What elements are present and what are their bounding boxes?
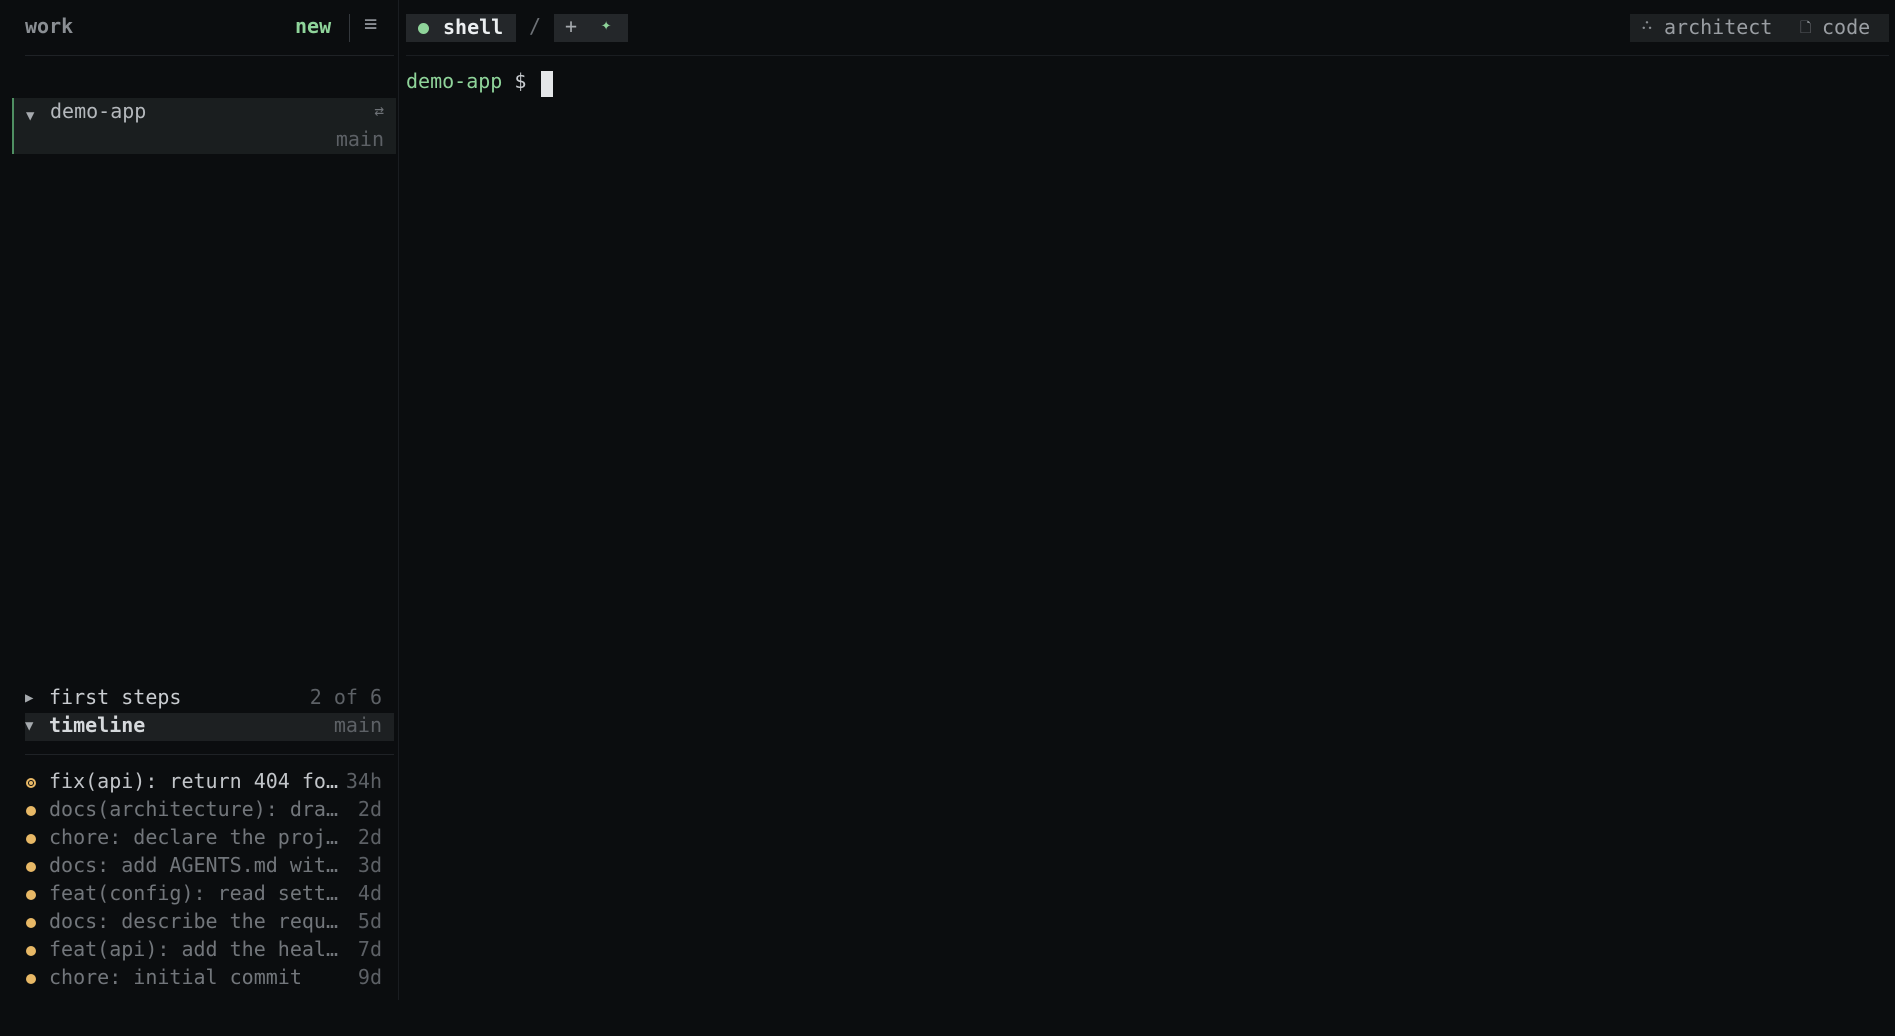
commit-age: 3d: [357, 853, 382, 877]
project-branch: main: [335, 127, 384, 151]
timeline-divider: [25, 754, 394, 755]
tab-label: shell: [443, 15, 504, 39]
commit-message: feat(api): add the health endpoint: [49, 937, 347, 961]
commit-age: 4d: [357, 881, 382, 905]
project-item-demo-app[interactable]: ▼ demo-app ⇄ main: [12, 98, 396, 154]
sidebar-header: work new ≡: [25, 0, 394, 56]
hierarchy-icon: ⛬: [1642, 17, 1652, 33]
terminal-cursor: [541, 71, 553, 97]
commit-item[interactable]: feat(api): add the health endpoint 7d: [25, 937, 394, 965]
commit-dot-icon: [26, 974, 36, 984]
section-branch: main: [333, 713, 382, 737]
commit-item[interactable]: chore: declare the project metadata 2d: [25, 825, 394, 853]
project-name: demo-app: [50, 99, 147, 123]
commit-dot-icon: [26, 806, 36, 816]
prompt-symbol: $: [514, 69, 527, 93]
commit-item[interactable]: chore: initial commit 9d: [25, 965, 394, 993]
commit-age: 2d: [357, 797, 382, 821]
sidebar: work new ≡ ▼ demo-app ⇄ main ▶ first ste…: [0, 0, 399, 1000]
app-window: work new ≡ ▼ demo-app ⇄ main ▶ first ste…: [0, 0, 1895, 1036]
commit-list: fix(api): return 404 for unknown routes …: [25, 769, 394, 993]
tab-separator: /: [529, 14, 542, 38]
workspace-title: work: [25, 14, 74, 38]
commit-dot-icon: [26, 918, 36, 928]
status-dot-icon: [418, 23, 429, 34]
chevron-right-icon: ▶: [25, 690, 34, 706]
commit-age: 5d: [357, 909, 382, 933]
tab-shell[interactable]: shell: [406, 14, 516, 42]
swap-icon[interactable]: ⇄: [374, 101, 384, 120]
commit-age: 34h: [345, 769, 382, 793]
commit-dot-icon: [26, 834, 36, 844]
terminal-pane[interactable]: demo-app $: [406, 56, 1889, 1000]
chevron-down-icon: ▼: [25, 718, 34, 734]
commit-age: 2d: [357, 825, 382, 849]
section-progress: 2 of 6: [309, 685, 382, 709]
commit-item[interactable]: feat(config): read settings from env 4d: [25, 881, 394, 909]
commit-item[interactable]: fix(api): return 404 for unknown routes …: [25, 769, 394, 797]
commit-message: chore: declare the project metadata: [49, 825, 347, 849]
commit-head-icon: [26, 778, 36, 788]
chevron-down-icon: ▼: [26, 108, 35, 124]
prompt-dir: demo-app: [406, 69, 503, 93]
section-label: timeline: [49, 713, 146, 737]
commit-item[interactable]: docs(architecture): draft the architectu…: [25, 797, 394, 825]
section-timeline[interactable]: ▼ timeline main: [25, 713, 394, 741]
header-divider: [349, 14, 350, 42]
mode-label: architect: [1664, 15, 1773, 39]
commit-item[interactable]: docs: add AGENTS.md with conventions 3d: [25, 853, 394, 881]
commit-item[interactable]: docs: describe the request flow 5d: [25, 909, 394, 937]
new-button[interactable]: new: [295, 14, 331, 38]
mode-switcher: ⛬ architect 🗋 code: [1630, 14, 1889, 42]
tab-actions: + ✦: [554, 14, 628, 42]
add-tab-icon[interactable]: +: [565, 14, 577, 38]
terminal-prompt: demo-app $: [406, 69, 526, 93]
commit-dot-icon: [26, 890, 36, 900]
commit-message: docs(architecture): draft the architectu…: [49, 797, 347, 821]
section-first-steps[interactable]: ▶ first steps 2 of 6: [25, 685, 394, 713]
section-label: first steps: [49, 685, 182, 709]
commit-message: fix(api): return 404 for unknown routes: [49, 769, 347, 793]
commit-message: docs: add AGENTS.md with conventions: [49, 853, 347, 877]
commit-message: feat(config): read settings from env: [49, 881, 347, 905]
mode-label: code: [1822, 15, 1871, 39]
commit-message: chore: initial commit: [49, 965, 302, 989]
menu-icon[interactable]: ≡: [364, 12, 377, 37]
commit-age: 9d: [357, 965, 382, 989]
file-icon: 🗋: [1800, 20, 1812, 36]
commit-dot-icon: [26, 862, 36, 872]
commit-age: 7d: [357, 937, 382, 961]
commit-dot-icon: [26, 946, 36, 956]
commit-message: docs: describe the request flow: [49, 909, 347, 933]
top-bar: shell / + ✦ ⛬ architect 🗋 code: [406, 0, 1889, 56]
spark-icon[interactable]: ✦: [601, 15, 611, 35]
